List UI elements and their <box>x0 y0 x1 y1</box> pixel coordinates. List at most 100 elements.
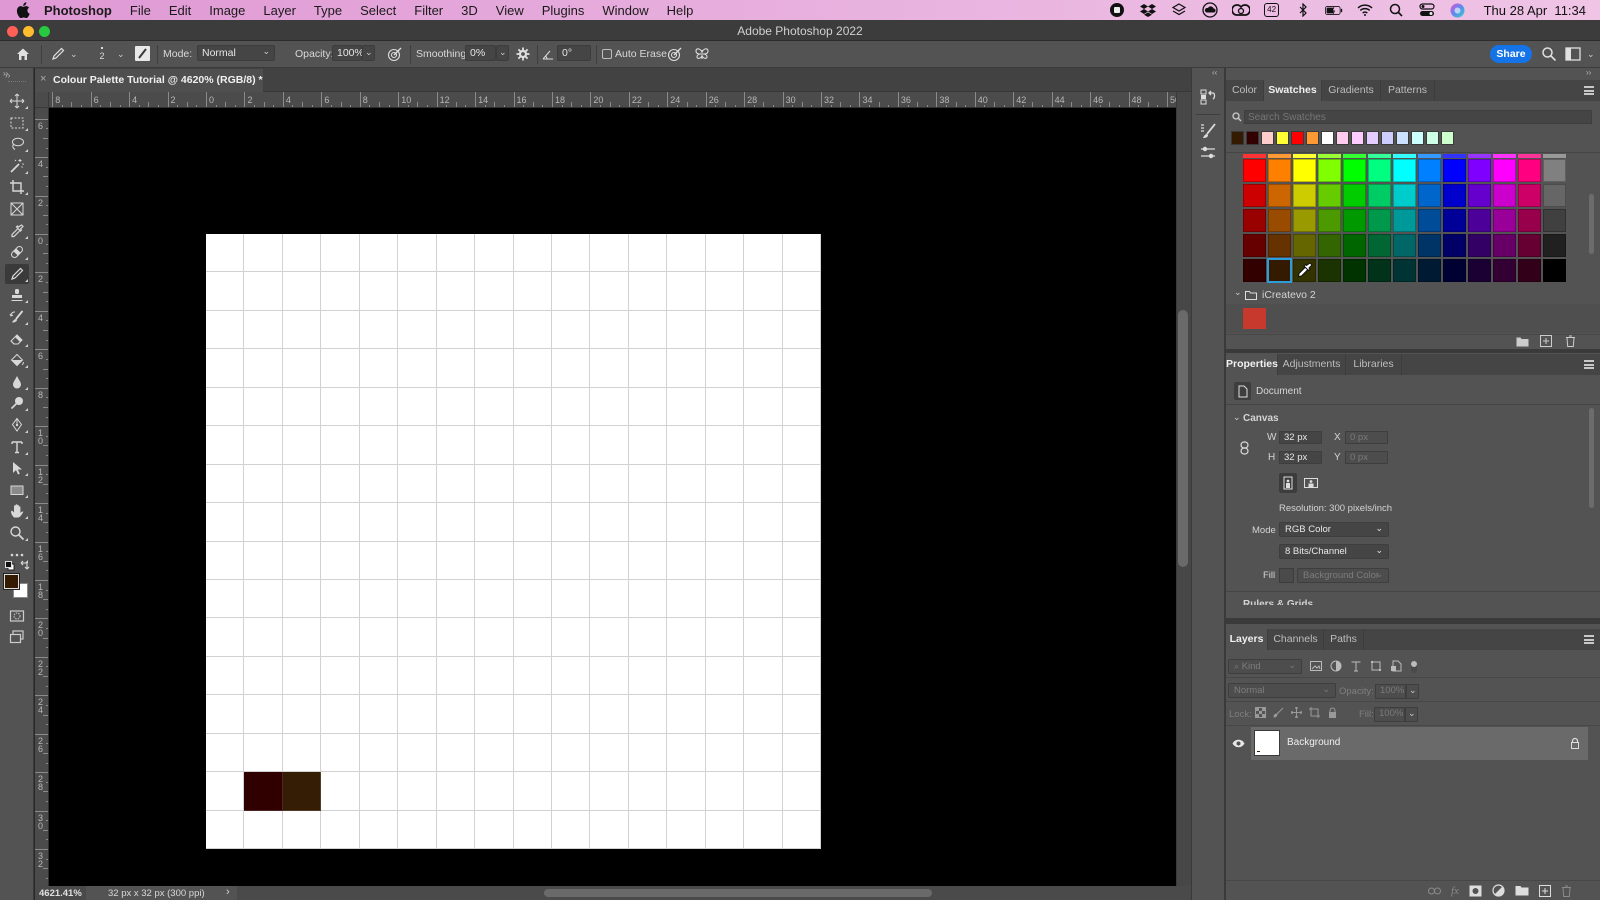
swatch[interactable] <box>1443 209 1466 232</box>
link-layers-icon[interactable] <box>1428 886 1441 896</box>
canvas-pixel[interactable] <box>436 464 476 504</box>
landscape-orientation-button[interactable] <box>1302 474 1320 492</box>
canvas-pixel[interactable] <box>513 426 552 465</box>
canvas-pixel[interactable] <box>782 234 821 273</box>
canvas-pixel[interactable] <box>436 349 476 388</box>
canvas-pixel[interactable] <box>744 541 783 580</box>
canvas-pixel[interactable] <box>628 541 668 580</box>
swatch[interactable] <box>1543 259 1566 282</box>
horizontal-scrollbar-thumb[interactable] <box>544 889 932 897</box>
canvas-pixel[interactable] <box>590 272 629 311</box>
swatch[interactable] <box>1493 209 1516 232</box>
canvas-pixel[interactable] <box>398 618 437 657</box>
panel-menu-icon[interactable] <box>1584 360 1594 369</box>
canvas-pixel[interactable] <box>321 733 360 773</box>
canvas-pixel[interactable] <box>475 695 514 734</box>
canvas-pixel[interactable] <box>513 618 552 657</box>
canvas-pixel[interactable] <box>513 234 552 273</box>
canvas-pixel[interactable] <box>282 503 322 542</box>
swatch[interactable] <box>1243 259 1266 282</box>
chevron-down-icon[interactable]: ⌄ <box>1234 287 1242 298</box>
canvas-pixel[interactable] <box>398 503 437 542</box>
canvas-pixel[interactable] <box>590 541 629 580</box>
swatch-group-header[interactable]: ⌄ iCreatevo 2 <box>1226 287 1588 304</box>
swatch-partial[interactable] <box>1493 154 1516 158</box>
canvas-pixel[interactable] <box>475 772 514 811</box>
canvas-pixel[interactable] <box>705 695 745 734</box>
canvas-pixel[interactable] <box>436 234 476 273</box>
canvas-pixel[interactable] <box>628 656 668 696</box>
canvas-pixel[interactable] <box>398 541 437 580</box>
new-layer-icon[interactable] <box>1538 884 1551 897</box>
swatch-partial[interactable] <box>1468 154 1491 158</box>
canvas-pixel[interactable] <box>513 387 552 427</box>
swatch[interactable] <box>1518 159 1541 182</box>
filter-pixel-icon[interactable] <box>1310 660 1322 672</box>
swatch[interactable] <box>1468 184 1491 207</box>
canvas-pixel[interactable] <box>744 272 783 311</box>
badge-42-icon[interactable]: 42 <box>1263 2 1281 18</box>
canvas-pixel[interactable] <box>244 733 283 773</box>
fill-color-swatch[interactable] <box>1279 568 1294 583</box>
canvas-pixel[interactable] <box>475 579 514 619</box>
tool-preset-picker[interactable] <box>50 46 66 62</box>
swatch-partial[interactable] <box>1343 154 1366 158</box>
canvas-pixel[interactable] <box>359 695 399 734</box>
swatches-scrollbar[interactable] <box>1589 194 1594 254</box>
canvas-width-input[interactable]: 32 px <box>1279 431 1322 444</box>
canvas-pixel[interactable] <box>667 272 706 311</box>
canvas-pixel[interactable] <box>782 656 821 696</box>
canvas-pixel[interactable] <box>782 810 821 849</box>
creative-cloud-icon[interactable] <box>1231 2 1250 18</box>
swatch[interactable] <box>1268 234 1291 257</box>
canvas-pixel[interactable] <box>782 579 821 619</box>
dropbox-icon[interactable] <box>1139 2 1157 18</box>
canvas-pixel[interactable] <box>551 618 591 657</box>
chevron-down-icon[interactable]: ⌄ <box>1587 49 1595 60</box>
brush-settings-toggle[interactable] <box>135 46 150 61</box>
tab-color[interactable]: Color <box>1226 80 1264 101</box>
bluetooth-icon[interactable] <box>1294 2 1312 18</box>
tool-zoom[interactable] <box>5 523 29 543</box>
swatch[interactable] <box>1368 184 1391 207</box>
canvas-pixel[interactable] <box>513 810 552 849</box>
canvas-pixel[interactable] <box>705 579 745 619</box>
swatch[interactable] <box>1468 159 1491 182</box>
canvas-pixel[interactable] <box>551 464 591 504</box>
swatch[interactable] <box>1243 159 1266 182</box>
canvas-pixel[interactable] <box>667 541 706 580</box>
canvas-pixel[interactable] <box>398 349 437 388</box>
canvas-pixel[interactable] <box>628 349 668 388</box>
canvas-pixel[interactable] <box>359 234 399 273</box>
filter-toggle-switch[interactable] <box>1410 660 1418 674</box>
swatch[interactable] <box>1343 159 1366 182</box>
horizontal-ruler[interactable]: 8 6 4 2 0 2 4 6 8 10 12 14 16 18 20 22 24 26 28 30 32 34 36 38 4… <box>49 92 1176 108</box>
canvas-pixel[interactable] <box>628 733 668 773</box>
canvas-pixel[interactable] <box>398 772 437 811</box>
recent-swatch[interactable] <box>1441 131 1454 145</box>
apple-menu-icon[interactable] <box>16 2 30 18</box>
canvas-pixel[interactable] <box>359 618 399 657</box>
canvas-pixel[interactable] <box>513 272 552 311</box>
canvas-pixel[interactable] <box>782 733 821 773</box>
swatch[interactable] <box>1393 209 1416 232</box>
canvas-pixel[interactable] <box>513 541 552 580</box>
canvas-pixel[interactable] <box>321 272 360 311</box>
tool-lasso[interactable] <box>5 134 29 154</box>
canvas-pixel[interactable] <box>744 579 783 619</box>
swatch[interactable] <box>1493 259 1516 282</box>
swatch[interactable] <box>1318 234 1341 257</box>
swatch[interactable] <box>1268 184 1291 207</box>
canvas-pixel[interactable] <box>705 541 745 580</box>
canvas-pixel[interactable] <box>436 733 476 773</box>
tab-paths[interactable]: Paths <box>1324 629 1364 650</box>
swatch[interactable] <box>1243 234 1266 257</box>
swatch[interactable] <box>1493 234 1516 257</box>
canvas-pixel[interactable] <box>398 426 437 465</box>
canvas-pixel[interactable] <box>705 464 745 504</box>
canvas-pixel[interactable] <box>282 733 322 773</box>
canvas-pixel[interactable] <box>705 503 745 542</box>
lock-position-icon[interactable] <box>1291 707 1302 718</box>
canvas-pixel[interactable] <box>628 579 668 619</box>
layer-filter-kind-select[interactable]: ⌕ Kind ⌄ <box>1228 659 1302 674</box>
